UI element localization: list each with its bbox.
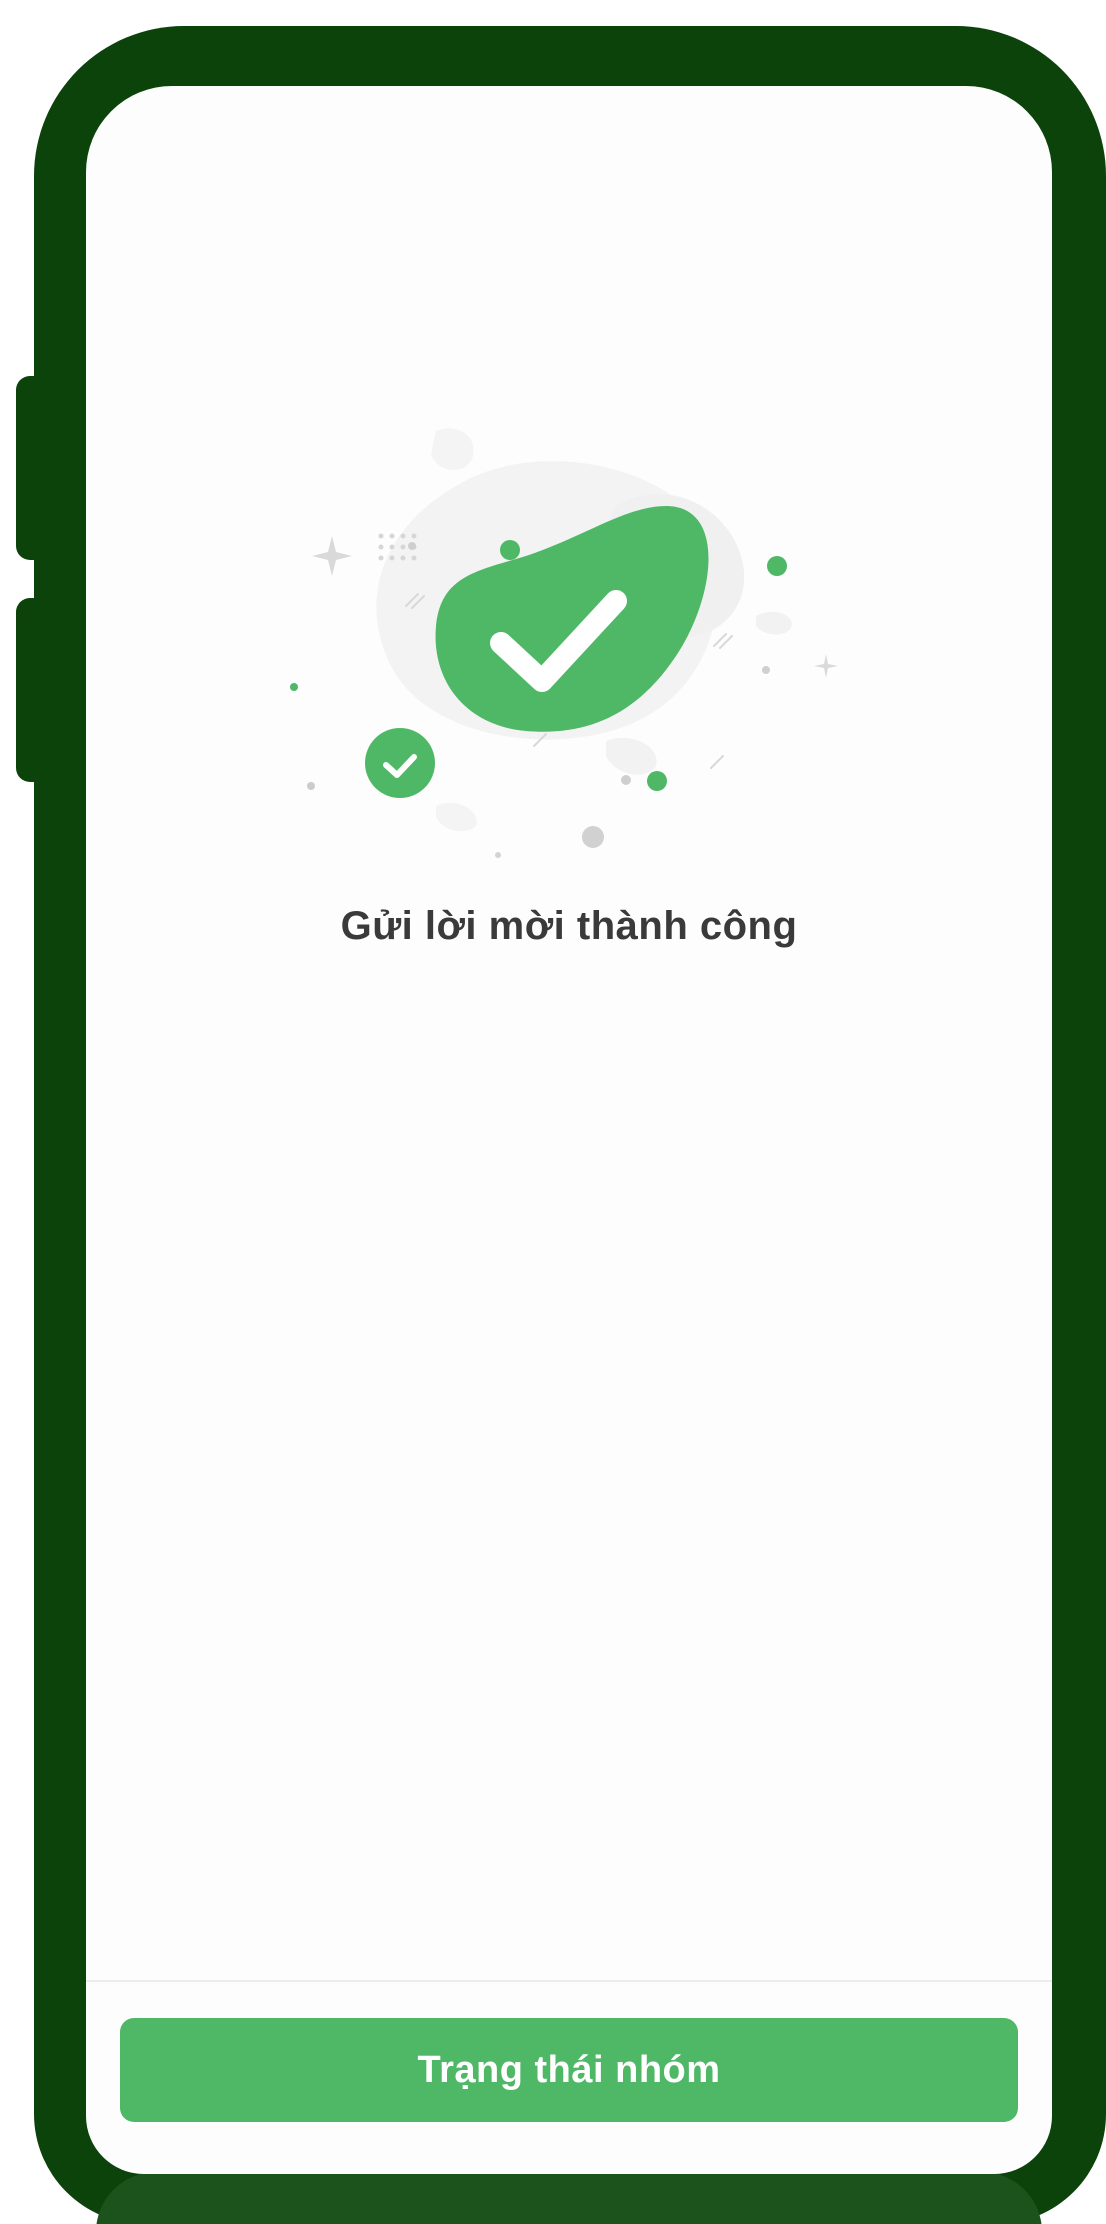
group-status-button[interactable]: Trạng thái nhóm	[120, 2018, 1018, 2122]
success-checkmark-icon	[290, 428, 838, 858]
page: Gửi lời mời thành công Trạng thái nhóm	[0, 0, 1106, 2224]
success-message: Gửi lời mời thành công	[340, 904, 798, 948]
phone-screen: Gửi lời mời thành công Trạng thái nhóm	[86, 86, 1052, 2174]
phone-bottom-bezel	[96, 2172, 1042, 2224]
footer-divider	[86, 1980, 1052, 1982]
